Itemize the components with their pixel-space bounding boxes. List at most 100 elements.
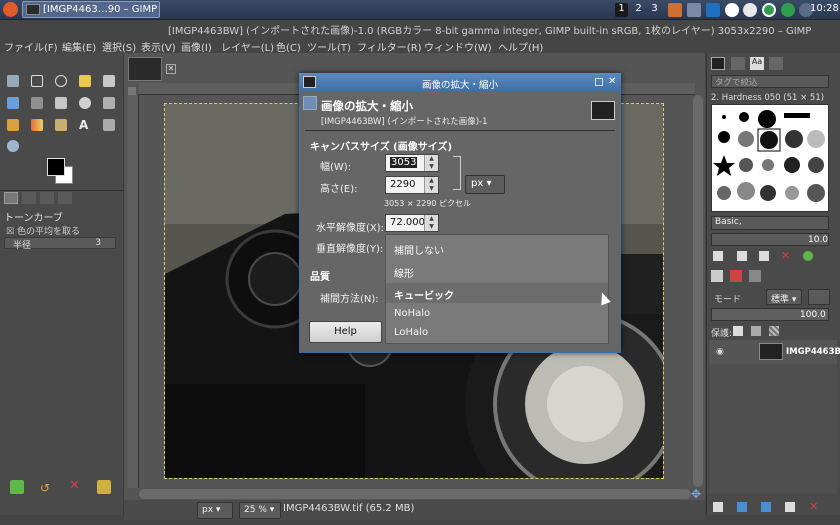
keyboard-icon[interactable]: [687, 3, 701, 17]
document-history-tab-icon[interactable]: [769, 57, 783, 70]
taskbar-window-button[interactable]: [IMGP4463…90 – GIMP: [22, 1, 160, 18]
xres-spin-arrows[interactable]: ▲ ▼: [424, 215, 438, 231]
ubuntu-logo-icon[interactable]: [3, 2, 18, 17]
workspace-2[interactable]: 2: [632, 3, 645, 17]
dialog-close-icon[interactable]: ✕: [608, 76, 616, 87]
lock-position-icon[interactable]: [751, 326, 761, 336]
update-icon[interactable]: [743, 3, 757, 17]
lock-alpha-icon[interactable]: [769, 326, 779, 336]
duplicate-layer-icon[interactable]: [785, 502, 795, 512]
menu-tools[interactable]: ツール(T): [307, 39, 351, 54]
device-status-tab-icon[interactable]: [22, 192, 36, 204]
help-button[interactable]: Help: [309, 321, 382, 343]
paintbrush-tool-icon[interactable]: [53, 117, 71, 133]
vertical-ruler[interactable]: [127, 95, 139, 488]
fonts-tab-icon[interactable]: Aa: [750, 57, 764, 70]
foreground-color-swatch[interactable]: [47, 158, 65, 176]
network-icon[interactable]: [725, 3, 739, 17]
delete-brush-icon[interactable]: ✕: [781, 250, 791, 261]
horizontal-scrollbar[interactable]: [139, 489, 691, 499]
layers-tab-icon[interactable]: [711, 270, 723, 282]
new-brush-icon[interactable]: [737, 251, 747, 261]
paths-tool-icon[interactable]: [29, 95, 47, 111]
quick-mask-icon[interactable]: [128, 87, 136, 95]
height-input[interactable]: 2290 ▲ ▼: [385, 176, 439, 194]
xres-input[interactable]: 72.000 ▲ ▼: [385, 214, 439, 232]
restore-options-icon[interactable]: ↺: [40, 482, 52, 494]
workspace-3[interactable]: 3: [648, 3, 661, 17]
lower-layer-icon[interactable]: [761, 502, 771, 512]
rect-select-tool-icon[interactable]: [29, 73, 47, 89]
measure-tool-icon[interactable]: [101, 95, 119, 111]
brushes-tab-icon[interactable]: [711, 57, 725, 70]
images-tab-icon[interactable]: [58, 192, 72, 204]
lasso-tool-icon[interactable]: [53, 73, 71, 89]
delete-layer-icon[interactable]: ✕: [809, 501, 819, 512]
chain-link-icon[interactable]: [453, 156, 461, 190]
menu-edit[interactable]: 編集(E): [62, 39, 96, 54]
bucket-fill-tool-icon[interactable]: [5, 117, 23, 133]
clock[interactable]: 10:28: [810, 3, 839, 14]
blend-tool-icon[interactable]: [29, 117, 47, 133]
menu-image[interactable]: 画像(I): [181, 39, 212, 54]
menu-file[interactable]: ファイル(F): [4, 39, 58, 54]
radius-spinner[interactable]: 半径 3: [4, 237, 116, 251]
brush-grid[interactable]: [711, 104, 829, 212]
height-spin-arrows[interactable]: ▲ ▼: [424, 177, 438, 193]
dialog-maximize-icon[interactable]: [595, 78, 603, 86]
zoom-tool-icon[interactable]: [77, 95, 95, 111]
interp-option-lohalo[interactable]: LoHalo: [386, 323, 608, 343]
image-tab-thumbnail[interactable]: [128, 57, 162, 81]
unit-select[interactable]: px ▾: [197, 502, 233, 519]
menu-filters[interactable]: フィルター(R): [357, 39, 422, 54]
width-input[interactable]: 3053 ▲ ▼: [385, 154, 439, 172]
move-tool-icon[interactable]: [5, 73, 23, 89]
menu-select[interactable]: 選択(S): [102, 39, 136, 54]
power-icon[interactable]: [762, 3, 776, 17]
size-unit-combo[interactable]: px ▾: [465, 175, 505, 194]
interp-option-nohalo[interactable]: NoHalo: [386, 304, 608, 324]
reset-options-icon[interactable]: [97, 480, 111, 494]
navigate-icon[interactable]: ✥: [691, 488, 703, 500]
brush-preset-combo[interactable]: Basic,: [711, 216, 829, 230]
raise-layer-icon[interactable]: [737, 502, 747, 512]
menu-help[interactable]: ヘルプ(H): [498, 39, 543, 54]
edit-brush-icon[interactable]: [713, 251, 723, 261]
sample-average-checkbox[interactable]: ☒ 色の平均を取る: [6, 224, 80, 237]
text-tool-icon[interactable]: A: [77, 117, 95, 133]
menu-windows[interactable]: ウィンドウ(W): [424, 39, 492, 54]
layer-name[interactable]: IMGP4463BW: [786, 347, 840, 357]
menu-colors[interactable]: 色(C): [276, 39, 301, 54]
patterns-tab-icon[interactable]: [731, 57, 745, 70]
lock-pixels-icon[interactable]: [733, 326, 743, 336]
duplicate-brush-icon[interactable]: [759, 251, 769, 261]
new-layer-icon[interactable]: [713, 502, 723, 512]
workspace-1[interactable]: 1: [615, 3, 628, 17]
color-picker-tool-icon[interactable]: [53, 95, 71, 111]
smudge-tool-icon[interactable]: [101, 117, 119, 133]
scissors-tool-icon[interactable]: [101, 73, 119, 89]
vertical-scrollbar[interactable]: [693, 95, 703, 487]
indicator-icon[interactable]: [668, 3, 682, 17]
mail-icon[interactable]: [706, 3, 720, 17]
tool-options-tab-icon[interactable]: [4, 192, 18, 204]
paths-tab-icon[interactable]: [749, 270, 761, 282]
menu-layer[interactable]: レイヤー(L): [221, 39, 274, 54]
foreground-select-tool-icon[interactable]: [5, 95, 23, 111]
delete-options-icon[interactable]: ✕: [69, 479, 81, 492]
fuzzy-select-tool-icon[interactable]: [77, 73, 95, 89]
interp-option-linear[interactable]: 線形: [386, 261, 608, 281]
close-image-tab-icon[interactable]: ✕: [166, 64, 176, 74]
undo-history-tab-icon[interactable]: [40, 192, 54, 204]
menu-view[interactable]: 表示(V): [141, 39, 176, 54]
save-options-icon[interactable]: [10, 480, 24, 494]
refresh-brushes-icon[interactable]: [803, 251, 813, 261]
channels-tab-icon[interactable]: [730, 270, 742, 282]
brush-tag-filter[interactable]: タグで絞込: [711, 75, 829, 88]
zoom-select[interactable]: 25 % ▾: [239, 502, 281, 519]
layer-visibility-eye-icon[interactable]: ◉: [716, 347, 724, 357]
width-spin-arrows[interactable]: ▲ ▼: [424, 155, 438, 171]
interp-option-none[interactable]: 補間しない: [386, 238, 608, 258]
dodge-tool-icon[interactable]: [5, 138, 23, 154]
sync-icon[interactable]: [781, 3, 795, 17]
